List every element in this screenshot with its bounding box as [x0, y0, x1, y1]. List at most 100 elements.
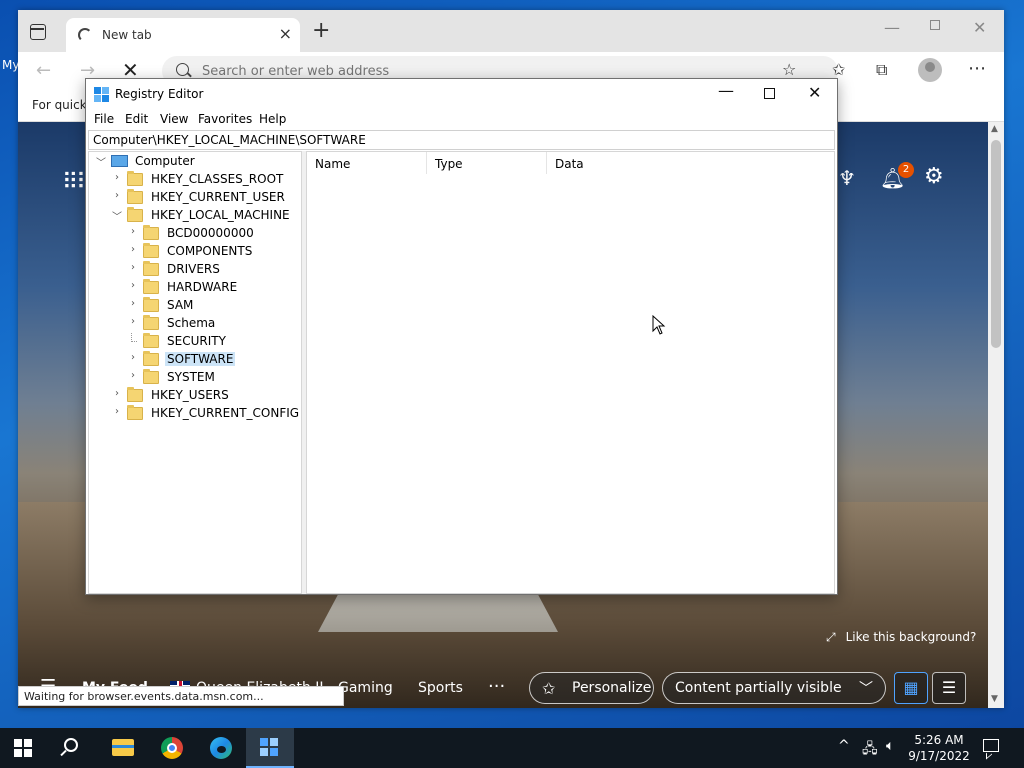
regedit-close-button[interactable]: ✕	[808, 83, 821, 102]
computer-icon	[111, 155, 128, 167]
menu-favorites[interactable]: Favorites	[198, 112, 252, 126]
chevron-right-icon[interactable]: ›	[127, 262, 139, 273]
taskbar-file-explorer[interactable]	[98, 728, 146, 768]
registry-editor-titlebar[interactable]: Registry Editor — ✕	[86, 79, 837, 109]
chevron-right-icon[interactable]: ›	[127, 352, 139, 363]
browser-close-button[interactable]: ✕	[973, 18, 986, 37]
menu-file[interactable]: File	[94, 112, 114, 126]
column-header-data[interactable]: Data	[547, 152, 836, 174]
tab-new-tab[interactable]: New tab ×	[66, 18, 300, 52]
tab-actions-icon[interactable]	[30, 24, 46, 40]
menu-help[interactable]: Help	[259, 112, 286, 126]
folder-icon	[143, 315, 159, 330]
more-topics-icon[interactable]: ···	[488, 676, 505, 697]
personalize-icon: ✩	[542, 679, 556, 698]
regedit-maximize-button[interactable]	[764, 88, 775, 99]
chevron-right-icon[interactable]: ›	[127, 316, 139, 327]
personalize-label: Personalize	[572, 680, 652, 696]
search-icon[interactable]	[64, 738, 78, 752]
folder-icon	[127, 171, 143, 186]
taskbar-edge[interactable]	[197, 728, 245, 768]
chevron-right-icon[interactable]: ›	[111, 172, 123, 183]
column-header-name[interactable]: Name	[307, 152, 427, 174]
chevron-right-icon[interactable]: ›	[111, 388, 123, 399]
folder-icon	[143, 225, 159, 240]
expand-icon: ⤢	[826, 630, 836, 644]
mouse-cursor-icon	[652, 315, 666, 335]
tab-title: New tab	[102, 28, 152, 42]
tab-gaming[interactable]: Gaming	[338, 680, 393, 696]
tree-item-label: SOFTWARE	[165, 352, 236, 366]
taskbar-registry-editor[interactable]	[246, 728, 294, 768]
regedit-minimize-button[interactable]: —	[718, 81, 734, 100]
chevron-right-icon[interactable]: ›	[111, 406, 123, 417]
chevron-right-icon[interactable]: ›	[127, 298, 139, 309]
plus-icon[interactable]: +	[312, 20, 330, 42]
add-favorite-icon[interactable]: ☆	[782, 60, 796, 79]
grid-view-icon[interactable]: ▦	[894, 672, 928, 704]
page-scrollbar[interactable]: ▲ ▼	[988, 122, 1004, 708]
registry-path-bar[interactable]: Computer\HKEY_LOCAL_MACHINE\SOFTWARE	[88, 130, 835, 150]
gear-icon[interactable]: ⚙	[924, 164, 944, 189]
chevron-up-icon[interactable]: ^	[838, 738, 850, 754]
chevron-down-icon[interactable]: ﹀	[111, 208, 123, 223]
folder-icon	[143, 279, 159, 294]
scroll-down-icon[interactable]: ▼	[991, 694, 998, 704]
chevron-right-icon[interactable]: ›	[127, 280, 139, 291]
browser-maximize-button[interactable]	[930, 20, 940, 30]
taskbar-clock[interactable]: 5:26 AM 9/17/2022	[904, 732, 974, 764]
tree-item-label: SAM	[167, 298, 194, 312]
desktop-icon-label[interactable]: My	[2, 58, 19, 72]
collections-icon[interactable]: ⧉	[876, 60, 887, 80]
tree-item-label: HKEY_CURRENT_USER	[151, 190, 285, 204]
scroll-up-icon[interactable]: ▲	[991, 124, 998, 134]
volume-icon[interactable]: 🔈︎	[886, 738, 894, 754]
tree-item-label: COMPONENTS	[167, 244, 253, 258]
close-icon[interactable]: ×	[279, 26, 292, 42]
registry-editor-window: Registry Editor — ✕ File Edit View Favor…	[85, 78, 838, 595]
rewards-icon[interactable]: ♆	[838, 166, 856, 190]
registry-icon	[94, 87, 110, 103]
file-explorer-icon	[112, 739, 134, 756]
chevron-down-icon[interactable]: ﹀	[95, 154, 107, 169]
tab-sports[interactable]: Sports	[418, 680, 463, 696]
content-visibility-dropdown[interactable]: Content partially visible ﹀	[662, 672, 886, 704]
tree-item-label: HKEY_USERS	[151, 388, 229, 402]
like-background-link[interactable]: ⤢ Like this background?	[826, 630, 976, 645]
favorites-bar-text[interactable]: For quick	[32, 98, 87, 112]
notification-icon[interactable]	[983, 739, 999, 752]
profile-icon[interactable]	[918, 58, 942, 82]
folder-icon	[143, 333, 159, 348]
taskbar: ^ 🖧 🔈︎ 5:26 AM 9/17/2022	[0, 728, 1024, 768]
network-icon[interactable]: 🖧	[862, 738, 878, 762]
tree-item-label: DRIVERS	[167, 262, 220, 276]
tree-item-label: Computer	[135, 154, 195, 168]
registry-values-list[interactable]: Name Type Data	[306, 151, 835, 594]
windows-start-icon[interactable]	[14, 739, 32, 757]
folder-icon	[127, 387, 143, 402]
favorites-icon[interactable]: ✩	[832, 60, 845, 79]
notification-count-badge: 2	[898, 162, 914, 178]
personalize-button[interactable]: ✩ Personalize	[529, 672, 654, 704]
more-icon[interactable]: ⋯	[968, 58, 986, 79]
status-bar: Waiting for browser.events.data.msn.com.…	[18, 686, 344, 706]
chevron-right-icon[interactable]: ›	[127, 244, 139, 255]
tree-item-label: HKEY_CURRENT_CONFIG	[151, 406, 300, 420]
tree-item-label: SECURITY	[167, 334, 226, 348]
like-background-label: Like this background?	[845, 630, 977, 644]
list-view-icon[interactable]: ☰	[932, 672, 966, 704]
folder-icon	[127, 207, 143, 222]
chevron-right-icon[interactable]: ›	[127, 370, 139, 381]
back-arrow-icon[interactable]: ←	[36, 60, 51, 81]
scrollbar-thumb[interactable]	[991, 140, 1001, 348]
menu-view[interactable]: View	[160, 112, 188, 126]
window-title: Registry Editor	[115, 87, 204, 101]
tree-item-label: SYSTEM	[167, 370, 215, 384]
chevron-right-icon[interactable]: ›	[127, 226, 139, 237]
column-header-type[interactable]: Type	[427, 152, 547, 174]
edge-icon	[210, 737, 232, 759]
menu-edit[interactable]: Edit	[125, 112, 148, 126]
taskbar-chrome[interactable]	[148, 728, 196, 768]
browser-minimize-button[interactable]: —	[884, 18, 900, 37]
chevron-right-icon[interactable]: ›	[111, 190, 123, 201]
